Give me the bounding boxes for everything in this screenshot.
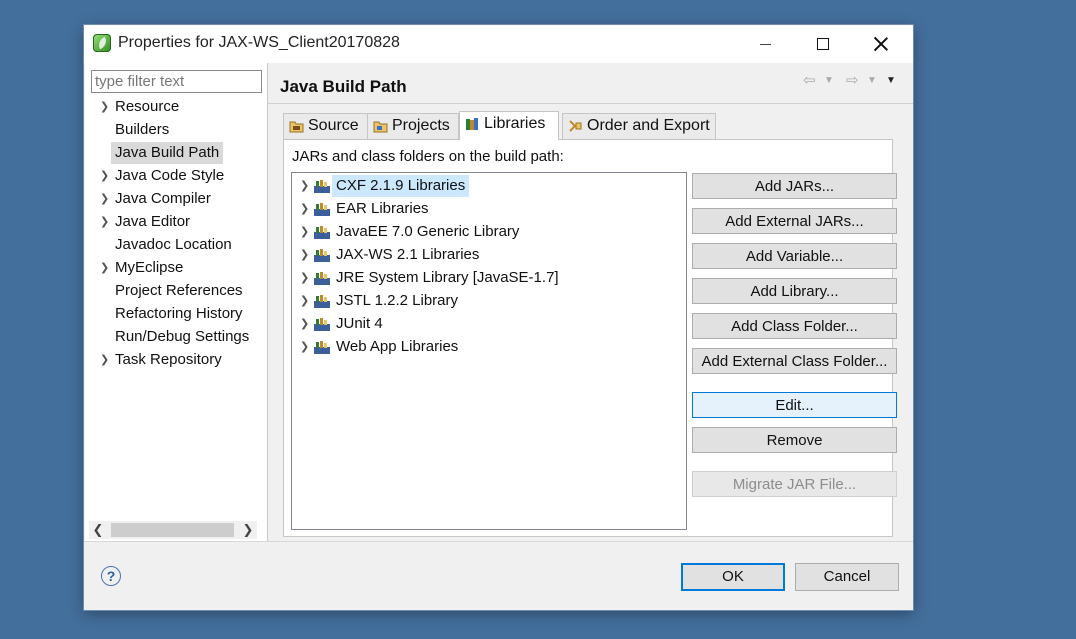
tree-item-label: Javadoc Location	[115, 236, 232, 253]
help-icon[interactable]: ?	[101, 566, 121, 586]
tree-item-label: MyEclipse	[115, 259, 184, 276]
add-external-jars-button[interactable]: Add External JARs...	[692, 208, 897, 234]
build-path-library-list[interactable]: ❯ CXF 2.1.9 Libraries ❯ EAR Libraries ❯ Jav…	[291, 172, 687, 530]
library-label: Web App Libraries	[336, 338, 459, 355]
scroll-right-icon[interactable]: ❯	[239, 521, 257, 539]
remove-button[interactable]: Remove	[692, 427, 897, 453]
minimize-button[interactable]	[736, 25, 794, 63]
page-title: Java Build Path	[280, 77, 407, 96]
back-arrow-icon[interactable]: ⇦	[803, 71, 816, 89]
forward-menu-chevron-icon[interactable]: ▼	[867, 75, 877, 86]
libraries-label: JARs and class folders on the build path…	[292, 148, 564, 165]
library-label: CXF 2.1.9 Libraries	[332, 175, 470, 197]
library-icon	[314, 341, 330, 354]
tree-item-label: Builders	[115, 121, 170, 138]
cancel-button[interactable]: Cancel	[795, 563, 899, 591]
close-button[interactable]	[852, 25, 910, 63]
eclipse-app-icon	[93, 34, 111, 52]
preferences-tree-pane: ❯ Resource Builders Java Build Path ❯ Java…	[85, 63, 268, 541]
maximize-button[interactable]	[794, 25, 852, 63]
window-title: Properties for JAX-WS_Client20170828	[118, 34, 400, 51]
library-label: JUnit 4	[336, 315, 383, 332]
tab-label: Projects	[392, 117, 450, 134]
library-label: JAX-WS 2.1 Libraries	[336, 246, 480, 263]
tree-item-run-debug-settings[interactable]: Run/Debug Settings	[85, 326, 259, 349]
chevron-right-icon[interactable]: ❯	[300, 290, 309, 312]
tab-label: Order and Export	[587, 117, 710, 134]
tab-source[interactable]: Source	[283, 113, 370, 139]
chevron-right-icon[interactable]: ❯	[100, 349, 109, 371]
ok-button[interactable]: OK	[681, 563, 785, 591]
chevron-right-icon[interactable]: ❯	[300, 221, 309, 243]
filter-input[interactable]	[91, 70, 262, 93]
library-icon	[314, 272, 330, 285]
close-icon	[874, 37, 888, 51]
library-label: JSTL 1.2.2 Library	[336, 292, 458, 309]
library-icon	[314, 249, 330, 262]
chevron-right-icon[interactable]: ❯	[300, 175, 309, 197]
footer-divider	[84, 541, 913, 542]
property-page: Java Build Path ⇦ ▼ ⇨ ▼ ▼ Source Project…	[268, 63, 913, 541]
projects-icon	[373, 121, 388, 133]
library-icon	[314, 226, 330, 239]
properties-dialog: Properties for JAX-WS_Client20170828 ❯ Re…	[84, 25, 913, 610]
horizontal-scrollbar[interactable]: ❮ ❯	[89, 521, 257, 539]
view-menu-icon[interactable]: ▼	[886, 75, 896, 86]
tree-item-label: Java Code Style	[115, 167, 225, 184]
tree-item-label: Java Build Path	[111, 142, 224, 164]
library-icon	[314, 203, 330, 216]
tab-label: Source	[308, 117, 359, 134]
tree-item-label: Run/Debug Settings	[115, 328, 250, 345]
library-icon	[314, 318, 330, 331]
library-label: JavaEE 7.0 Generic Library	[336, 223, 520, 240]
libraries-tab-panel: JARs and class folders on the build path…	[283, 139, 897, 537]
scroll-left-icon[interactable]: ❮	[89, 521, 107, 539]
forward-arrow-icon[interactable]: ⇨	[846, 71, 859, 89]
tab-order-and-export[interactable]: Order and Export	[562, 113, 716, 139]
tab-label: Libraries	[484, 115, 546, 132]
chevron-right-icon[interactable]: ❯	[100, 96, 109, 118]
maximize-icon	[817, 38, 829, 50]
chevron-right-icon[interactable]: ❯	[300, 198, 309, 220]
tree-item-label: Java Compiler	[115, 190, 211, 207]
tree-item-label: Project References	[115, 282, 243, 299]
library-icon	[314, 180, 330, 193]
minimize-icon	[759, 43, 771, 45]
add-variable-button[interactable]: Add Variable...	[692, 243, 897, 269]
order-export-icon	[569, 120, 582, 132]
tree-item-label: Resource	[115, 98, 180, 115]
edit-button[interactable]: Edit...	[692, 392, 897, 418]
add-library-button[interactable]: Add Library...	[692, 278, 897, 304]
libraries-icon	[466, 118, 478, 130]
migrate-jar-file-button: Migrate JAR File...	[692, 471, 897, 497]
source-folder-icon	[289, 121, 304, 133]
add-class-folder-button[interactable]: Add Class Folder...	[692, 313, 897, 339]
chevron-right-icon[interactable]: ❯	[100, 188, 109, 210]
library-icon	[314, 295, 330, 308]
title-bar: Properties for JAX-WS_Client20170828	[84, 25, 913, 63]
chevron-right-icon[interactable]: ❯	[300, 267, 309, 289]
chevron-right-icon[interactable]: ❯	[300, 244, 309, 266]
tree-item-label: Refactoring History	[115, 305, 243, 322]
tab-projects[interactable]: Projects	[367, 113, 459, 139]
page-navigation: ⇦ ▼ ⇨ ▼ ▼	[803, 71, 913, 93]
scrollbar-thumb[interactable]	[111, 523, 234, 537]
library-label: JRE System Library [JavaSE-1.7]	[336, 269, 559, 286]
add-jars-button[interactable]: Add JARs...	[692, 173, 897, 199]
chevron-right-icon[interactable]: ❯	[300, 336, 309, 358]
back-menu-chevron-icon[interactable]: ▼	[824, 75, 834, 86]
chevron-right-icon[interactable]: ❯	[100, 165, 109, 187]
tab-libraries[interactable]: Libraries	[459, 111, 559, 140]
header-divider	[268, 103, 913, 104]
tree-item-label: Java Editor	[115, 213, 191, 230]
tree-item-label: Task Repository	[115, 351, 222, 368]
chevron-right-icon[interactable]: ❯	[100, 211, 109, 233]
chevron-right-icon[interactable]: ❯	[300, 313, 309, 335]
chevron-right-icon[interactable]: ❯	[100, 257, 109, 279]
add-external-class-folder-button[interactable]: Add External Class Folder...	[692, 348, 897, 374]
library-label: EAR Libraries	[336, 200, 429, 217]
